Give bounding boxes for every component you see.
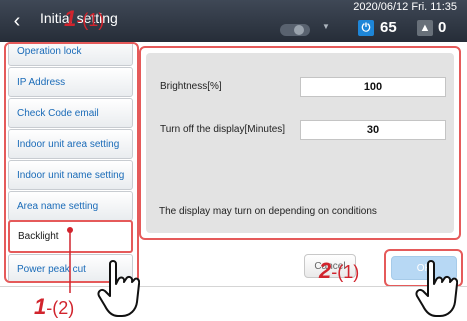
hand-pointer-icon (415, 260, 458, 317)
hand-pointer-icon (97, 260, 140, 317)
annotation-pointer (67, 227, 73, 293)
